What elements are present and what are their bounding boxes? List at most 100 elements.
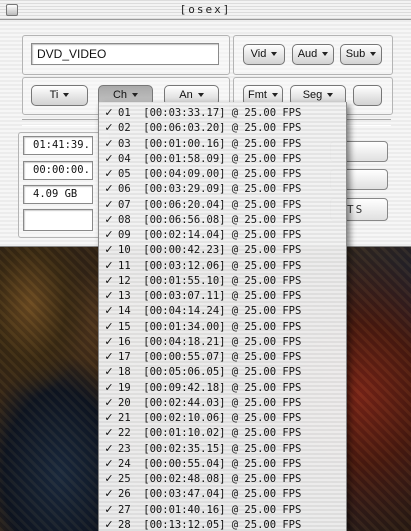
chapter-menu-item[interactable]: ✓ 16 [00:04:18.21] @ 25.00 FPS <box>99 334 346 350</box>
chapter-menu-item[interactable]: ✓ 19 [00:09:42.18] @ 25.00 FPS <box>99 380 346 396</box>
checkmark-icon: ✓ <box>104 228 114 241</box>
fmt-button-label: Fmt <box>248 89 267 101</box>
size-field: 4.09 GB <box>23 185 93 204</box>
chapter-menu-item-label: 05 [00:04:09.00] @ 25.00 FPS <box>118 168 302 180</box>
chapter-menu-item-label: 26 [00:03:47.04] @ 25.00 FPS <box>118 488 302 501</box>
chapter-menu-item[interactable]: ✓ 27 [00:01:40.16] @ 25.00 FPS <box>99 502 346 518</box>
checkmark-icon: ✓ <box>104 380 114 394</box>
chapter-menu-item-label: 24 [00:00:55.04] @ 25.00 FPS <box>118 457 302 470</box>
chapter-menu-item[interactable]: ✓ 03 [00:01:00.16] @ 25.00 FPS <box>99 136 346 152</box>
vid-button[interactable]: Vid <box>243 44 285 65</box>
chapter-menu-item[interactable]: ✓ 08 [00:06:56.08] @ 25.00 FPS <box>99 212 346 228</box>
chapter-menu-item[interactable]: ✓ 21 [00:02:10.06] @ 25.00 FPS <box>99 410 346 426</box>
checkmark-icon: ✓ <box>104 426 114 440</box>
checkmark-icon: ✓ <box>104 167 114 180</box>
checkmark-icon: ✓ <box>104 136 114 150</box>
chapter-menu-item-label: 19 [00:09:42.18] @ 25.00 FPS <box>118 381 302 394</box>
source-field[interactable]: DVD_VIDEO <box>31 43 219 65</box>
chapter-menu-item[interactable]: ✓ 12 [00:01:55.10] @ 25.00 FPS <box>99 273 346 289</box>
chapter-menu-item[interactable]: ✓ 04 [00:01:58.09] @ 25.00 FPS <box>99 151 346 167</box>
checkmark-icon: ✓ <box>104 243 114 257</box>
chapter-menu-item-label: 09 [00:02:14.04] @ 25.00 FPS <box>118 229 302 241</box>
chapter-menu-item-label: 20 [00:02:44.03] @ 25.00 FPS <box>118 396 302 409</box>
chapter-menu-item[interactable]: ✓ 20 [00:02:44.03] @ 25.00 FPS <box>99 395 346 411</box>
chapter-menu-item-label: 10 [00:00:42.23] @ 25.00 FPS <box>118 244 302 257</box>
chapter-menu-item-label: 16 [00:04:18.21] @ 25.00 FPS <box>118 335 302 348</box>
chapter-menu-item-label: 04 [00:01:58.09] @ 25.00 FPS <box>118 152 302 165</box>
chapter-menu-item[interactable]: ✓ 28 [00:13:12.05] @ 25.00 FPS <box>99 517 346 531</box>
chapter-menu-item-label: 01 [00:03:33.17] @ 25.00 FPS <box>118 107 302 119</box>
chapter-menu-item[interactable]: ✓ 18 [00:05:06.05] @ 25.00 FPS <box>99 364 346 380</box>
checkmark-icon: ✓ <box>104 395 114 409</box>
chapter-menu-item[interactable]: ✓ 23 [00:02:35.15] @ 25.00 FPS <box>99 441 346 457</box>
checkmark-icon: ✓ <box>104 487 114 501</box>
sub-button-label: Sub <box>345 48 366 60</box>
chapter-menu-item[interactable]: ✓ 25 [00:02:48.08] @ 25.00 FPS <box>99 471 346 487</box>
title-bar[interactable]: [osex] <box>0 0 411 20</box>
chevron-down-icon <box>132 93 139 98</box>
an-button-label: An <box>179 89 193 101</box>
ti-button-label: Ti <box>49 89 59 101</box>
chapter-menu-item-label: 02 [00:06:03.20] @ 25.00 FPS <box>118 122 302 135</box>
chapter-menu-item[interactable]: ✓ 14 [00:04:14.24] @ 25.00 FPS <box>99 303 346 319</box>
checkmark-icon: ✓ <box>104 472 114 485</box>
chapter-menu-item-label: 15 [00:01:34.00] @ 25.00 FPS <box>118 320 302 333</box>
checkmark-icon: ✓ <box>104 304 114 318</box>
partial-label: TS <box>347 203 365 216</box>
chapter-menu-item-label: 17 [00:00:55.07] @ 25.00 FPS <box>118 351 302 363</box>
vid-button-label: Vid <box>250 48 267 60</box>
chapter-menu-item-label: 06 [00:03:29.09] @ 25.00 FPS <box>118 183 302 196</box>
aud-button[interactable]: Aud <box>292 44 334 65</box>
chevron-down-icon <box>271 52 278 57</box>
seg-button-label: Seg <box>302 89 323 101</box>
checkmark-icon: ✓ <box>104 441 114 455</box>
checkmark-icon: ✓ <box>104 182 114 196</box>
chapter-menu-item[interactable]: ✓ 15 [00:01:34.00] @ 25.00 FPS <box>99 319 346 335</box>
position-field: 00:00:00. <box>23 161 93 180</box>
checkmark-icon: ✓ <box>104 517 114 531</box>
chapter-menu-item-label: 08 [00:06:56.08] @ 25.00 FPS <box>118 213 302 226</box>
chapter-menu-item-label: 07 [00:06:20.04] @ 25.00 FPS <box>118 198 302 211</box>
chapter-menu-item[interactable]: ✓ 05 [00:04:09.00] @ 25.00 FPS <box>99 166 346 182</box>
blank-field <box>23 209 93 231</box>
chapter-menu-item[interactable]: ✓ 02 [00:06:03.20] @ 25.00 FPS <box>99 120 346 136</box>
chapter-menu-item-label: 12 [00:01:55.10] @ 25.00 FPS <box>118 274 302 287</box>
chapter-menu-item[interactable]: ✓ 07 [00:06:20.04] @ 25.00 FPS <box>99 197 346 213</box>
chapter-menu[interactable]: ✓ 01 [00:03:33.17] @ 25.00 FPS ✓ 02 [00:06:… <box>98 102 347 531</box>
chevron-down-icon <box>197 93 204 98</box>
aud-button-label: Aud <box>297 48 318 60</box>
chapter-menu-item-label: 27 [00:01:40.16] @ 25.00 FPS <box>118 503 302 516</box>
chapter-menu-item[interactable]: ✓ 26 [00:03:47.04] @ 25.00 FPS <box>99 486 346 502</box>
chapter-menu-item-label: 14 [00:04:14.24] @ 25.00 FPS <box>118 305 302 318</box>
checkmark-icon: ✓ <box>104 334 114 348</box>
chapter-menu-item[interactable]: ✓ 11 [00:03:12.06] @ 25.00 FPS <box>99 258 346 274</box>
checkmark-icon: ✓ <box>104 197 114 211</box>
checkmark-icon: ✓ <box>104 456 114 470</box>
sub-button[interactable]: Sub <box>340 44 382 65</box>
chapter-menu-item[interactable]: ✓ 01 [00:03:33.17] @ 25.00 FPS <box>99 105 346 121</box>
blank-button[interactable] <box>353 85 382 106</box>
chapter-menu-item-label: 03 [00:01:00.16] @ 25.00 FPS <box>118 137 302 150</box>
chapter-menu-item[interactable]: ✓ 13 [00:03:07.11] @ 25.00 FPS <box>99 288 346 304</box>
chapter-menu-item[interactable]: ✓ 09 [00:02:14.04] @ 25.00 FPS <box>99 227 346 243</box>
chapter-menu-item[interactable]: ✓ 06 [00:03:29.09] @ 25.00 FPS <box>99 181 346 197</box>
checkmark-icon: ✓ <box>104 350 114 363</box>
chevron-down-icon <box>327 93 334 98</box>
chapter-menu-item[interactable]: ✓ 22 [00:01:10.02] @ 25.00 FPS <box>99 425 346 441</box>
chevron-down-icon <box>63 93 70 98</box>
checkmark-icon: ✓ <box>104 319 114 333</box>
checkmark-icon: ✓ <box>104 258 114 272</box>
ch-button-label: Ch <box>112 89 128 101</box>
checkmark-icon: ✓ <box>104 121 114 135</box>
chevron-down-icon <box>271 93 278 98</box>
chapter-menu-item[interactable]: ✓ 10 [00:00:42.23] @ 25.00 FPS <box>99 242 346 258</box>
chapter-menu-item[interactable]: ✓ 17 [00:00:55.07] @ 25.00 FPS <box>99 349 346 365</box>
chapter-menu-item-label: 23 [00:02:35.15] @ 25.00 FPS <box>118 442 302 455</box>
chevron-down-icon <box>370 52 377 57</box>
checkmark-icon: ✓ <box>104 212 114 226</box>
checkmark-icon: ✓ <box>104 273 114 287</box>
chapter-menu-item[interactable]: ✓ 24 [00:00:55.04] @ 25.00 FPS <box>99 456 346 472</box>
ti-button[interactable]: Ti <box>31 85 88 106</box>
chapter-menu-item-label: 11 [00:03:12.06] @ 25.00 FPS <box>118 259 302 272</box>
checkmark-icon: ✓ <box>104 365 114 379</box>
